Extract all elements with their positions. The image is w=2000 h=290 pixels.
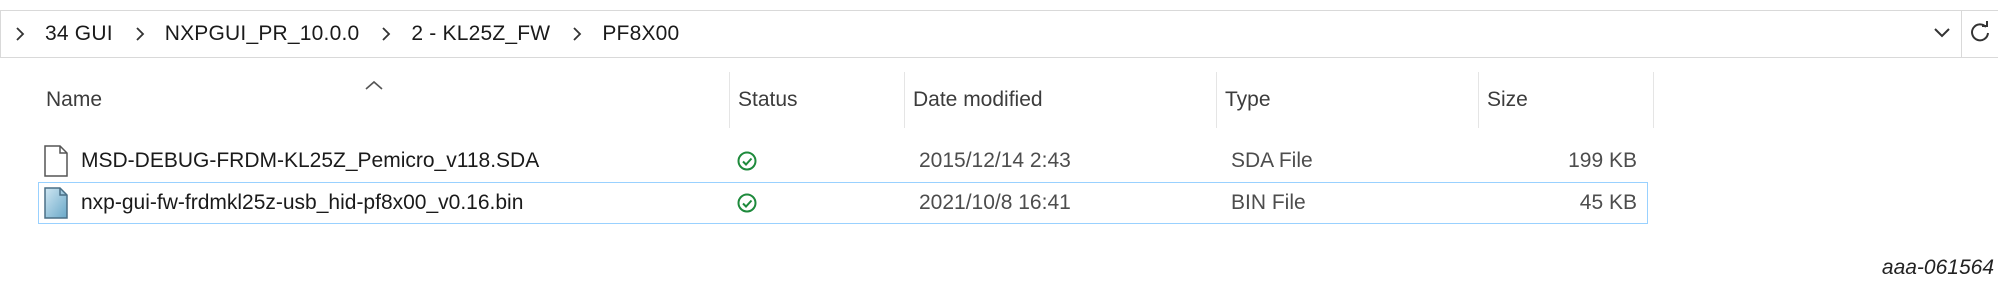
file-type: BIN File [1231, 191, 1306, 214]
sort-ascending-icon [364, 72, 384, 96]
column-header-row: Name Status Date modified Type Size [38, 72, 1654, 128]
breadcrumb-separator-chevron-icon[interactable] [381, 27, 391, 41]
file-name: MSD-DEBUG-FRDM-KL25Z_Pemicro_v118.SDA [81, 149, 540, 172]
refresh-icon [1969, 20, 1991, 48]
breadcrumb-item-kl25z-fw[interactable]: 2 - KL25Z_FW [411, 22, 550, 46]
file-rows: MSD-DEBUG-FRDM-KL25Z_Pemicro_v118.SDA 20… [38, 140, 1648, 224]
column-header-status[interactable]: Status [730, 72, 905, 128]
file-name: nxp-gui-fw-frdmkl25z-usb_hid-pf8x00_v0.1… [81, 191, 524, 214]
file-date: 2021/10/8 16:41 [919, 191, 1071, 214]
breadcrumb: 34 GUI NXPGUI_PR_10.0.0 2 - KL25Z_FW PF8… [1, 11, 701, 57]
breadcrumb-separator-chevron-icon[interactable] [135, 27, 145, 41]
file-name-cell: MSD-DEBUG-FRDM-KL25Z_Pemicro_v118.SDA [39, 145, 736, 177]
column-header-size[interactable]: Size [1479, 72, 1654, 128]
file-status-cell [736, 150, 911, 172]
sync-ok-icon [736, 192, 758, 214]
file-status-cell [736, 192, 911, 214]
column-header-type[interactable]: Type [1217, 72, 1479, 128]
column-header-date-label: Date modified [913, 88, 1043, 111]
refresh-button[interactable] [1961, 11, 1998, 57]
figure-id-label: aaa-061564 [1881, 256, 1994, 279]
bin-file-icon [43, 187, 71, 219]
column-header-date[interactable]: Date modified [905, 72, 1217, 128]
column-header-size-label: Size [1487, 88, 1528, 111]
file-date: 2015/12/14 2:43 [919, 149, 1071, 172]
file-row[interactable]: nxp-gui-fw-frdmkl25z-usb_hid-pf8x00_v0.1… [38, 182, 1648, 224]
breadcrumb-root-chevron-icon[interactable] [15, 27, 25, 41]
column-header-status-label: Status [738, 88, 798, 111]
address-history-button[interactable] [1923, 11, 1961, 57]
file-row[interactable]: MSD-DEBUG-FRDM-KL25Z_Pemicro_v118.SDA 20… [38, 140, 1648, 182]
column-header-type-label: Type [1225, 88, 1271, 111]
breadcrumb-item-nxpgui[interactable]: NXPGUI_PR_10.0.0 [165, 22, 360, 46]
column-header-name[interactable]: Name [38, 72, 730, 128]
file-size: 45 KB [1579, 191, 1637, 214]
column-header-name-label: Name [46, 88, 103, 111]
breadcrumb-separator-chevron-icon[interactable] [572, 27, 582, 41]
breadcrumb-item-34-gui[interactable]: 34 GUI [45, 22, 113, 46]
breadcrumb-item-pf8x00[interactable]: PF8X00 [602, 22, 679, 46]
generic-file-icon [43, 145, 71, 177]
file-name-cell: nxp-gui-fw-frdmkl25z-usb_hid-pf8x00_v0.1… [39, 187, 736, 219]
file-type: SDA File [1231, 149, 1313, 172]
file-list: Name Status Date modified Type Size MSD-… [38, 72, 2000, 252]
chevron-down-icon [1934, 25, 1950, 43]
sync-ok-icon [736, 150, 758, 172]
file-size: 199 KB [1568, 149, 1637, 172]
address-bar[interactable]: 34 GUI NXPGUI_PR_10.0.0 2 - KL25Z_FW PF8… [0, 10, 1998, 58]
